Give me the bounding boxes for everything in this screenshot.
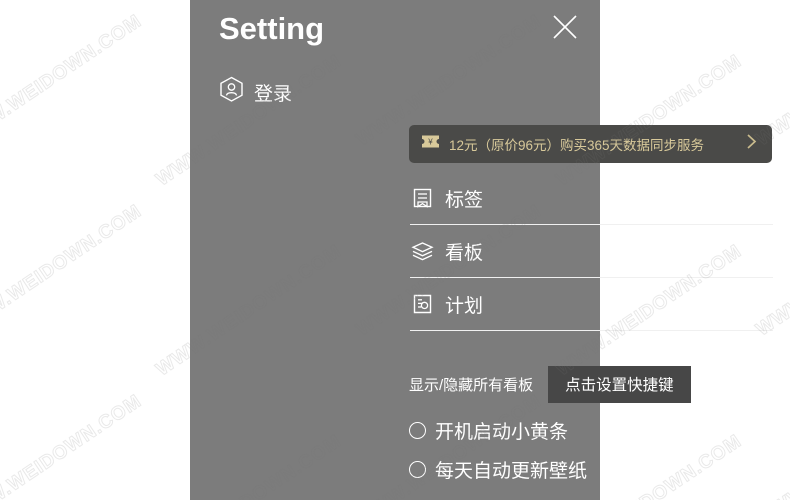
ticket-icon: ¥: [421, 134, 440, 154]
chevron-right-icon: [757, 292, 771, 317]
radio-unchecked-icon[interactable]: [409, 461, 426, 478]
tag-icon: [410, 187, 434, 209]
menu-item-plans[interactable]: 计划: [410, 278, 773, 331]
toggle-label: 每天自动更新壁纸: [435, 461, 588, 482]
watermark-text: WWW.WEIDOWN.COM: [0, 390, 146, 500]
promo-text: 12元（原价96元）购买365天数据同步服务: [449, 138, 705, 153]
account-login-label: 登录: [254, 83, 293, 105]
plan-icon: [410, 293, 434, 315]
watermark-text: WWW.WEIDOWN.COM: [0, 200, 146, 341]
menu-item-label: 标签: [445, 189, 484, 211]
shortcut-row: 显示/隐藏所有看板 点击设置快捷键: [409, 366, 691, 403]
menu-item-label: 计划: [445, 295, 484, 317]
toggle-autostart[interactable]: 开机启动小黄条: [409, 417, 568, 444]
chevron-right-icon: [757, 239, 771, 264]
radio-unchecked-icon[interactable]: [409, 422, 426, 439]
promo-banner[interactable]: ¥ 12元（原价96元）购买365天数据同步服务: [409, 125, 772, 163]
set-shortcut-button[interactable]: 点击设置快捷键: [548, 366, 691, 403]
shortcut-label: 显示/隐藏所有看板: [409, 377, 534, 394]
account-hexagon-icon: [219, 76, 244, 108]
page-title: Setting: [219, 11, 325, 46]
close-icon[interactable]: [548, 10, 582, 44]
chevron-right-icon: [745, 132, 758, 156]
menu-item-label: 看板: [445, 242, 484, 264]
watermark-text: WWW.WEIDOWN.COM: [0, 10, 146, 151]
account-login-row[interactable]: 登录: [219, 76, 292, 108]
toggle-auto-wallpaper[interactable]: 每天自动更新壁纸: [409, 456, 587, 483]
settings-panel: Setting 登录 ¥ 12元（原价96元）购买365天数据同步服务 标签 看…: [190, 0, 773, 500]
chevron-right-icon: [757, 186, 771, 211]
panel-header: Setting: [190, 0, 600, 66]
watermark-text: WWW.WEIDOWN.COM: [752, 390, 790, 500]
svg-text:¥: ¥: [427, 137, 433, 146]
layers-icon: [410, 241, 434, 262]
menu-item-tags[interactable]: 标签: [410, 172, 773, 225]
toggle-label: 开机启动小黄条: [435, 422, 569, 443]
menu-list: 标签 看板 计划: [410, 172, 773, 331]
menu-item-boards[interactable]: 看板: [410, 225, 773, 278]
